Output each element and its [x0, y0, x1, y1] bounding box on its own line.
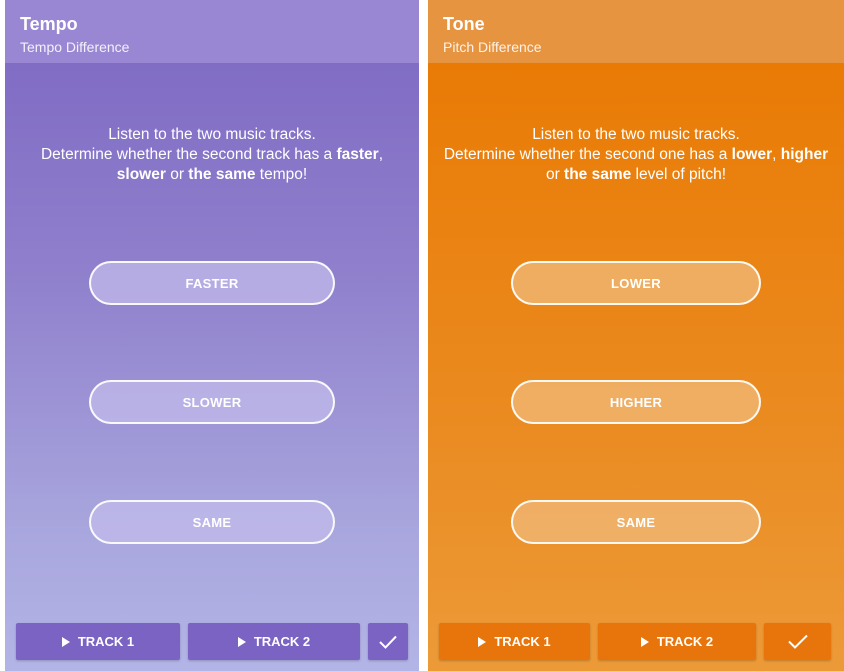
play-track-1-button[interactable]: TRACK 1	[16, 623, 180, 660]
app-subtitle: Tempo Difference	[20, 39, 130, 55]
instructions-emphasis: lower	[731, 146, 773, 163]
instructions-text-segment: or	[165, 166, 189, 183]
instructions-text-segment: Determine whether the second track has a	[40, 146, 337, 163]
instructions-line-3: or the same level of pitch!	[428, 165, 844, 185]
play-icon	[237, 636, 246, 647]
track-2-label: TRACK 2	[656, 634, 714, 649]
instructions-text: Listen to the two music tracks. Determin…	[428, 125, 844, 185]
submit-answer-button[interactable]	[764, 623, 831, 660]
check-icon	[787, 634, 808, 649]
app-bar: Tempo Tempo Difference	[5, 0, 419, 63]
track-1-label: TRACK 1	[494, 634, 551, 649]
play-icon	[478, 636, 487, 647]
instructions-text: Listen to the two music tracks. Determin…	[5, 125, 419, 185]
instructions-line-1: Listen to the two music tracks.	[532, 126, 740, 143]
lower-option-button[interactable]: LOWER	[511, 261, 761, 305]
track-1-label: TRACK 1	[77, 634, 135, 649]
play-icon	[640, 636, 649, 647]
tone-screen: Tone Pitch Difference Listen to the two …	[428, 0, 844, 671]
faster-option-button[interactable]: FASTER	[89, 261, 335, 305]
track-2-label: TRACK 2	[253, 634, 311, 649]
instructions-emphasis: slower	[116, 166, 166, 183]
same-option-button[interactable]: SAME	[511, 500, 761, 544]
instructions-line-3: slower or the same tempo!	[5, 165, 419, 185]
submit-answer-button[interactable]	[368, 623, 408, 660]
instructions-text-segment: or	[545, 166, 565, 183]
app-bar: Tone Pitch Difference	[428, 0, 844, 63]
play-icon	[61, 636, 70, 647]
instructions-emphasis: the same	[188, 166, 256, 183]
higher-option-button[interactable]: HIGHER	[511, 380, 761, 424]
play-track-1-button[interactable]: TRACK 1	[439, 623, 590, 660]
instructions-emphasis: higher	[780, 146, 829, 163]
app-title: Tempo	[20, 14, 78, 34]
app-title: Tone	[443, 14, 485, 34]
instructions-text-segment: level of pitch!	[631, 166, 727, 183]
slower-option-button[interactable]: SLOWER	[89, 380, 335, 424]
instructions-line-1: Listen to the two music tracks.	[108, 126, 316, 143]
check-icon	[379, 635, 397, 649]
tempo-screen: Tempo Tempo Difference Listen to the two…	[5, 0, 419, 671]
play-track-2-button[interactable]: TRACK 2	[188, 623, 360, 660]
instructions-text-segment: ,	[772, 146, 781, 163]
app-subtitle: Pitch Difference	[443, 39, 542, 55]
instructions-emphasis: the same	[564, 166, 632, 183]
instructions-line-2: Determine whether the second one has a l…	[428, 145, 844, 165]
instructions-line-2: Determine whether the second track has a…	[5, 145, 419, 165]
instructions-text-segment: ,	[378, 146, 384, 163]
instructions-emphasis: faster	[336, 146, 379, 163]
instructions-text-segment: tempo!	[255, 166, 308, 183]
play-track-2-button[interactable]: TRACK 2	[598, 623, 756, 660]
instructions-text-segment: Determine whether the second one has a	[443, 146, 732, 163]
same-option-button[interactable]: SAME	[89, 500, 335, 544]
